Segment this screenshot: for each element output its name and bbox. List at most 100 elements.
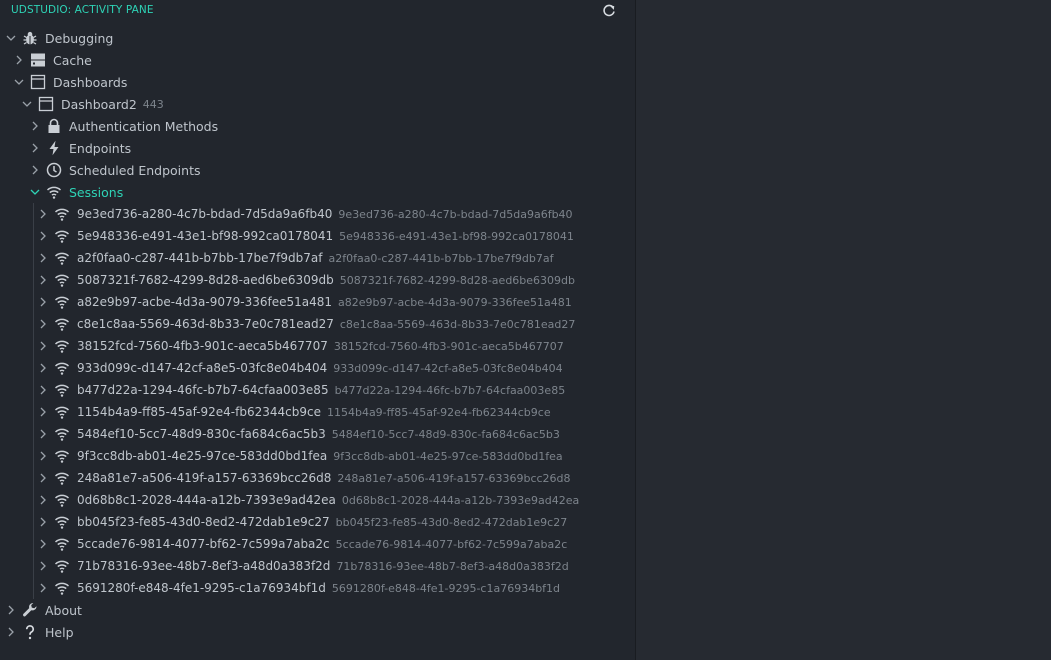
session-id-description: 1154b4a9-ff85-45af-92e4-fb62344cb9ce [326,405,551,419]
session-id-description: 248a81e7-a506-419f-a157-63369bcc26d8 [337,471,571,485]
chevron-right-icon[interactable] [6,627,16,637]
chevron-right-icon[interactable] [38,319,48,329]
wifi-icon [54,470,70,486]
wifi-icon [54,514,70,530]
session-item[interactable]: 248a81e7-a506-419f-a157-63369bcc26d8 248a… [0,467,635,489]
chevron-right-icon[interactable] [38,407,48,417]
wifi-icon [54,338,70,354]
tree-item-label: Sessions [69,184,124,200]
session-id-description: 5087321f-7682-4299-8d28-aed6be6309db [339,273,576,287]
wifi-icon [54,492,70,508]
wrench-icon [22,602,38,618]
sessions-list: 9e3ed736-a280-4c7b-bdad-7d5da9a6fb40 9e3e… [0,203,635,599]
wifi-icon [54,272,70,288]
wifi-icon [54,316,70,332]
chevron-right-icon[interactable] [38,495,48,505]
chevron-right-icon[interactable] [38,209,48,219]
wifi-icon [54,206,70,222]
chevron-right-icon[interactable] [38,583,48,593]
tree-item-sessions[interactable]: Sessions [0,181,635,203]
tree-item-about[interactable]: About [0,599,635,621]
wifi-icon [54,360,70,376]
wifi-icon [54,558,70,574]
tree-item-help[interactable]: Help [0,621,635,643]
session-id-description: bb045f23-fe85-43d0-8ed2-472dab1e9c27 [335,515,568,529]
wifi-icon [54,580,70,596]
session-item[interactable]: b477d22a-1294-46fc-b7b7-64cfaa003e85 b477… [0,379,635,401]
session-id-description: 933d099c-d147-42cf-a8e5-03fc8e04b404 [333,361,563,375]
session-id-label: 0d68b8c1-2028-444a-a12b-7393e9ad42ea [77,493,336,507]
session-item[interactable]: 933d099c-d147-42cf-a8e5-03fc8e04b404 933d… [0,357,635,379]
chevron-right-icon[interactable] [30,121,40,131]
chevron-right-icon[interactable] [38,473,48,483]
pane-header: UDSTUDIO: ACTIVITY PANE [0,0,635,22]
pane-title: UDSTUDIO: ACTIVITY PANE [11,4,154,16]
tree-item-dashboards[interactable]: Dashboards [0,71,635,93]
chevron-right-icon[interactable] [38,561,48,571]
port-description: 443 [142,97,164,111]
window-icon [30,74,46,90]
chevron-right-icon[interactable] [38,517,48,527]
chevron-right-icon[interactable] [38,341,48,351]
chevron-down-icon[interactable] [30,187,40,197]
chevron-right-icon[interactable] [38,253,48,263]
session-item[interactable]: 5087321f-7682-4299-8d28-aed6be6309db 5087… [0,269,635,291]
activity-pane: UDSTUDIO: ACTIVITY PANE Debugging Cache … [0,0,636,660]
session-item[interactable]: 71b78316-93ee-48b7-8ef3-a48d0a383f2d 71b7… [0,555,635,577]
session-item[interactable]: 5484ef10-5cc7-48d9-830c-fa684c6ac5b3 5484… [0,423,635,445]
session-id-description: 71b78316-93ee-48b7-8ef3-a48d0a383f2d [336,559,569,573]
session-item[interactable]: 5ccade76-9814-4077-bf62-7c599a7aba2c 5cca… [0,533,635,555]
tree-item-label: Dashboards [53,74,128,90]
chevron-right-icon[interactable] [38,231,48,241]
session-id-description: 9e3ed736-a280-4c7b-bdad-7d5da9a6fb40 [338,207,573,221]
chevron-right-icon[interactable] [38,297,48,307]
wifi-icon [54,448,70,464]
session-item[interactable]: bb045f23-fe85-43d0-8ed2-472dab1e9c27 bb04… [0,511,635,533]
session-id-description: 5e948336-e491-43e1-bf98-992ca0178041 [339,229,574,243]
clock-icon [46,162,62,178]
chevron-right-icon[interactable] [14,55,24,65]
refresh-icon[interactable] [601,3,617,19]
tree-item-endpoints[interactable]: Endpoints [0,137,635,159]
session-id-label: 9e3ed736-a280-4c7b-bdad-7d5da9a6fb40 [77,207,333,221]
session-id-description: 5ccade76-9814-4077-bf62-7c599a7aba2c [335,537,568,551]
session-item[interactable]: 1154b4a9-ff85-45af-92e4-fb62344cb9ce 1154… [0,401,635,423]
tree-item-cache[interactable]: Cache [0,49,635,71]
session-item[interactable]: 5e948336-e491-43e1-bf98-992ca0178041 5e94… [0,225,635,247]
question-icon [22,624,38,640]
session-item[interactable]: c8e1c8aa-5569-463d-8b33-7e0c781ead27 c8e1… [0,313,635,335]
chevron-down-icon[interactable] [6,33,16,43]
chevron-down-icon[interactable] [14,77,24,87]
tree-item-authentication-methods[interactable]: Authentication Methods [0,115,635,137]
session-id-label: 1154b4a9-ff85-45af-92e4-fb62344cb9ce [77,405,321,419]
session-item[interactable]: 9e3ed736-a280-4c7b-bdad-7d5da9a6fb40 9e3e… [0,203,635,225]
session-id-description: 0d68b8c1-2028-444a-a12b-7393e9ad42ea [341,493,580,507]
chevron-right-icon[interactable] [38,275,48,285]
tree-item-debugging[interactable]: Debugging [0,27,635,49]
session-id-description: 38152fcd-7560-4fb3-901c-aeca5b467707 [333,339,564,353]
lock-icon [46,118,62,134]
chevron-right-icon[interactable] [30,143,40,153]
server-icon [30,52,46,68]
session-id-label: 248a81e7-a506-419f-a157-63369bcc26d8 [77,471,332,485]
session-item[interactable]: 0d68b8c1-2028-444a-a12b-7393e9ad42ea 0d68… [0,489,635,511]
chevron-right-icon[interactable] [38,451,48,461]
chevron-right-icon[interactable] [38,429,48,439]
session-item[interactable]: 5691280f-e848-4fe1-9295-c1a76934bf1d 5691… [0,577,635,599]
session-item[interactable]: a2f0faa0-c287-441b-b7bb-17be7f9db7af a2f0… [0,247,635,269]
tree-item-scheduled-endpoints[interactable]: Scheduled Endpoints [0,159,635,181]
chevron-right-icon[interactable] [30,165,40,175]
session-item[interactable]: 38152fcd-7560-4fb3-901c-aeca5b467707 3815… [0,335,635,357]
session-id-label: 5087321f-7682-4299-8d28-aed6be6309db [77,273,334,287]
chevron-right-icon[interactable] [38,539,48,549]
chevron-right-icon[interactable] [38,385,48,395]
chevron-right-icon[interactable] [6,605,16,615]
session-item[interactable]: 9f3cc8db-ab01-4e25-97ce-583dd0bd1fea 9f3c… [0,445,635,467]
chevron-right-icon[interactable] [38,363,48,373]
tree-item-dashboard2[interactable]: Dashboard2 443 [0,93,635,115]
session-item[interactable]: a82e9b97-acbe-4d3a-9079-336fee51a481 a82e… [0,291,635,313]
tree-item-label: Authentication Methods [69,118,219,134]
session-id-label: a82e9b97-acbe-4d3a-9079-336fee51a481 [77,295,332,309]
chevron-down-icon[interactable] [22,99,32,109]
wifi-icon [54,250,70,266]
